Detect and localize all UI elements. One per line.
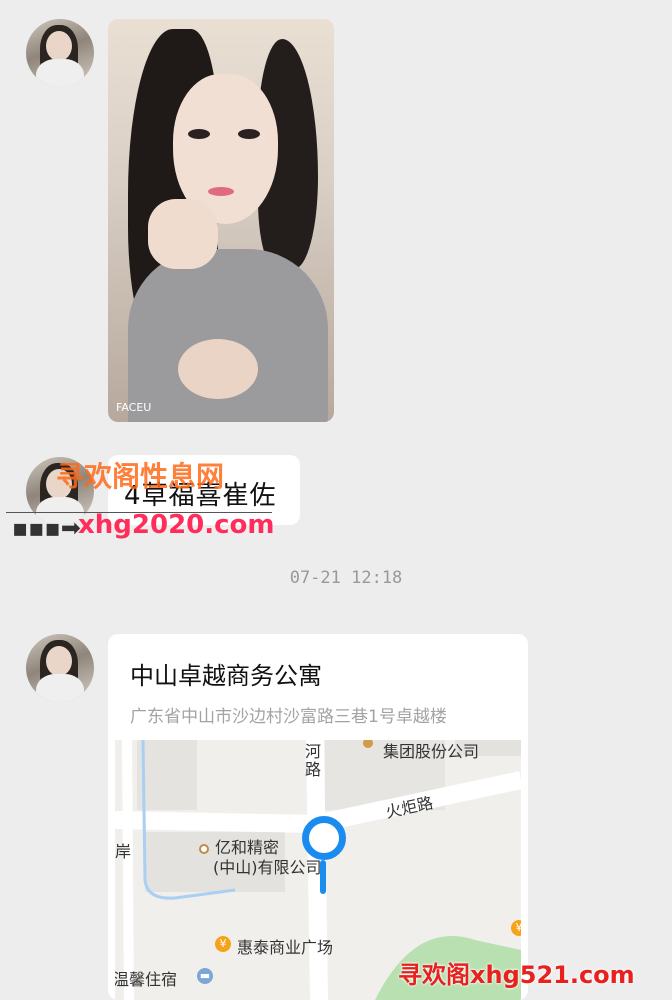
- photo-message[interactable]: FACEU: [108, 19, 334, 422]
- map-label-group-company: 集团股份公司: [383, 742, 480, 761]
- watermark-text: 寻欢阁性息网: [56, 460, 225, 493]
- location-pin-icon: [302, 816, 346, 860]
- watermark-url: xhg2020.com: [78, 510, 275, 540]
- hotel-poi-icon: ▬: [197, 968, 213, 984]
- map-label-left-edge: 岸: [115, 842, 132, 861]
- location-message-card[interactable]: 中山卓越商务公寓 广东省中山市沙边村沙富路三巷1号卓越楼 河 路 集团股份公司 …: [108, 634, 528, 1000]
- map-label-lodging: 温馨住宿: [115, 970, 178, 989]
- map-label-river-bottom: 路: [305, 760, 322, 779]
- shopping-poi-icon: ¥: [511, 920, 521, 936]
- sender-avatar[interactable]: [26, 19, 94, 87]
- map-label-company-line2: (中山)有限公司: [213, 858, 322, 877]
- watermark-bottom: 寻欢阁xhg521.com: [398, 961, 635, 989]
- company-poi-icon: [199, 844, 209, 854]
- location-title: 中山卓越商务公寓: [130, 662, 322, 690]
- location-pin-stem: [320, 860, 326, 894]
- location-address: 广东省中山市沙边村沙富路三巷1号卓越楼: [130, 707, 447, 727]
- message-timestamp: 07-21 12:18: [289, 568, 403, 588]
- arrow-icon: ▪▪▪➡: [12, 514, 81, 542]
- photo-brand-label: FACEU: [116, 401, 152, 414]
- sender-avatar[interactable]: [26, 634, 94, 702]
- map-label-plaza: 惠泰商业广场: [237, 938, 334, 957]
- shopping-poi-icon: ¥: [215, 936, 231, 952]
